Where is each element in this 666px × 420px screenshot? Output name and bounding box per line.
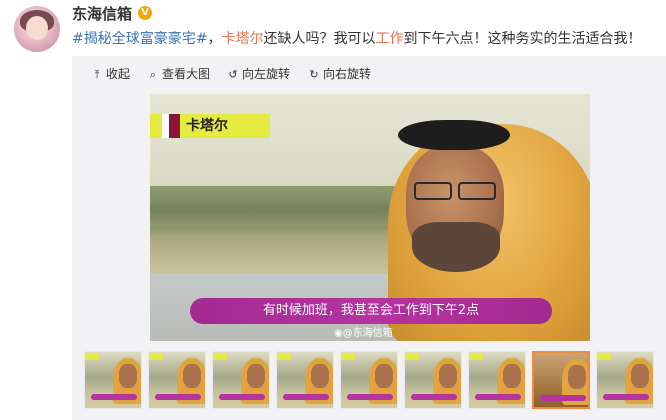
thumb-tag <box>213 354 227 360</box>
thumbnail[interactable] <box>276 351 334 409</box>
thumb-caption <box>91 394 137 400</box>
glasses-lens-right <box>458 182 496 200</box>
thumb-tag <box>277 354 291 360</box>
view-large-button[interactable]: ⌕ 查看大图 <box>147 64 210 84</box>
rotate-left-label: 向左旋转 <box>242 67 291 81</box>
rotate-right-label: 向右旋转 <box>323 67 372 81</box>
thumb-face <box>631 364 649 388</box>
subtitle-caption: 有时候加班，我甚至会工作到下午2点 <box>190 298 552 324</box>
thumb-caption <box>475 394 521 400</box>
thumb-face <box>503 364 521 388</box>
thumb-tag <box>341 354 355 360</box>
thumb-caption <box>603 394 649 400</box>
post-segment: 到下午六点！这种务实的生活适合我！ <box>403 31 642 47</box>
magnifier-icon: ⌕ <box>149 68 157 81</box>
rotate-right-button[interactable]: ↻ 向右旋转 <box>308 64 371 84</box>
qatar-flag-icon <box>162 114 180 138</box>
thumb-face <box>119 364 137 388</box>
verified-badge-icon: V <box>138 6 152 20</box>
thumb-face <box>311 364 329 388</box>
weibo-icon: ◉ <box>334 328 343 339</box>
arrow-up-icon: ⤒ <box>94 68 100 81</box>
channel-tag-text: 卡塔尔 <box>186 118 228 134</box>
username[interactable]: 东海信箱 <box>72 4 132 24</box>
thumb-caption <box>283 394 329 400</box>
thumb-face <box>375 364 393 388</box>
hashtag-link[interactable]: #揭秘全球富豪豪宅# <box>72 31 207 47</box>
thumbnail[interactable] <box>212 351 270 409</box>
thumbnail[interactable] <box>148 351 206 409</box>
thumb-caption <box>219 394 265 400</box>
post-text: #揭秘全球富豪豪宅#，卡塔尔还缺人吗？我可以工作到下午六点！这种务实的生活适合我… <box>72 28 662 50</box>
thumbnail[interactable] <box>84 351 142 409</box>
thumb-caption <box>155 394 201 400</box>
thumbnail[interactable] <box>340 351 398 409</box>
post-segment: ， <box>207 31 222 47</box>
watermark-text: @东海信箱 <box>342 328 393 339</box>
avatar[interactable] <box>14 6 60 52</box>
thumb-tag <box>149 354 163 360</box>
rotate-left-icon: ↺ <box>228 68 238 81</box>
thumb-caption <box>540 395 586 401</box>
thumb-face <box>183 364 201 388</box>
thumb-face <box>247 364 265 388</box>
rotate-right-icon: ↻ <box>309 68 319 81</box>
post-segment: 还缺人吗？我可以 <box>263 31 376 47</box>
thumbnail-strip <box>84 351 664 411</box>
agal-band <box>398 120 510 150</box>
rotate-left-button[interactable]: ↺ 向左旋转 <box>227 64 290 84</box>
media-toolbar: ⤒ 收起 ⌕ 查看大图 ↺ 向左旋转 ↻ 向右旋转 <box>72 56 666 92</box>
avatar-face <box>26 16 48 40</box>
thumb-caption <box>411 394 457 400</box>
thumbnail[interactable] <box>468 351 526 409</box>
media-viewer: ⤒ 收起 ⌕ 查看大图 ↺ 向左旋转 ↻ 向右旋转 卡塔尔 有时候加班，我甚至会工作到下… <box>72 56 666 420</box>
thumb-tag <box>597 354 611 360</box>
glasses <box>412 182 498 200</box>
keyword-link-qatar[interactable]: 卡塔尔 <box>221 31 263 47</box>
thumb-face <box>568 365 586 389</box>
thumb-tag <box>469 354 483 360</box>
thumb-tag <box>405 354 419 360</box>
view-large-label: 查看大图 <box>162 67 211 81</box>
thumb-face <box>439 364 457 388</box>
collapse-label: 收起 <box>106 67 131 81</box>
keyword-link-work[interactable]: 工作 <box>375 31 403 47</box>
thumb-tag <box>85 354 99 360</box>
main-photo[interactable]: 卡塔尔 有时候加班，我甚至会工作到下午2点 ◉@东海信箱 <box>150 94 590 341</box>
glasses-lens-left <box>414 182 452 200</box>
beard <box>412 222 500 272</box>
thumbnail[interactable] <box>596 351 654 409</box>
flag-white-band <box>162 114 169 138</box>
thumb-caption <box>347 394 393 400</box>
thumbnail-active[interactable] <box>532 351 590 409</box>
thumbnail[interactable] <box>404 351 462 409</box>
watermark: ◉@东海信箱 <box>334 326 393 341</box>
collapse-button[interactable]: ⤒ 收起 <box>91 64 130 84</box>
